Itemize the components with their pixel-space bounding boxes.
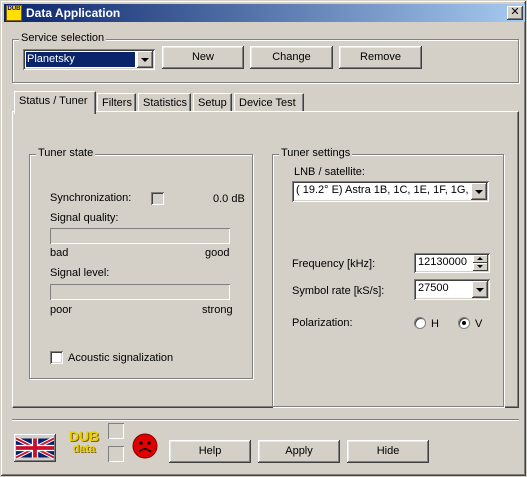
lnb-selected-value: ( 19.2° E) Astra 1B, 1C, 1E, 1F, 1G, 1 [296, 184, 469, 196]
spin-up-icon[interactable] [473, 255, 488, 263]
uk-flag-icon [16, 436, 54, 460]
frequency-label: Frequency [kHz]: [292, 258, 376, 270]
symbol-rate-value: 27500 [418, 282, 449, 294]
indicator-box-top [108, 423, 124, 439]
acoustic-label[interactable]: Acoustic signalization [68, 352, 173, 364]
sad-face-status-icon [132, 433, 158, 459]
polarization-h-radio[interactable] [414, 317, 426, 329]
signal-level-bar [50, 284, 230, 300]
app-window: DUB Data Application ✕ Service selection… [0, 0, 527, 477]
quality-label: Signal quality: [50, 212, 119, 224]
service-selection-title: Service selection [19, 32, 107, 44]
sync-label: Synchronization: [50, 192, 132, 204]
polarization-v-radio[interactable] [458, 317, 470, 329]
window-title: Data Application [26, 6, 121, 20]
tuner-state-title: Tuner state [36, 147, 96, 159]
new-button[interactable]: New [162, 46, 244, 69]
quality-low-label: bad [50, 247, 69, 259]
logo-line1: DUB [68, 428, 100, 444]
lnb-dropdown[interactable]: ( 19.2° E) Astra 1B, 1C, 1E, 1F, 1G, 1 [292, 181, 489, 202]
remove-button[interactable]: Remove [339, 46, 422, 69]
acoustic-checkbox[interactable] [50, 351, 63, 364]
chevron-down-icon[interactable] [471, 183, 487, 200]
symbol-rate-label: Symbol rate [kS/s]: [292, 285, 385, 297]
level-label: Signal level: [50, 267, 110, 279]
tab-statistics[interactable]: Statistics [138, 93, 191, 113]
tab-status-tuner[interactable]: Status / Tuner [14, 91, 96, 114]
frequency-value: 12130000 [418, 256, 467, 268]
tuner-settings-title: Tuner settings [279, 147, 353, 159]
app-logo-icon: DUB [6, 5, 22, 21]
service-selected-value: Planetsky [26, 52, 135, 67]
lnb-label: LNB / satellite: [294, 166, 365, 178]
logo-line2: data [72, 443, 96, 455]
language-flag-button[interactable] [14, 434, 56, 462]
bottom-separator [12, 419, 519, 421]
close-button[interactable]: ✕ [507, 6, 523, 20]
apply-button[interactable]: Apply [258, 440, 340, 463]
signal-quality-bar [50, 228, 230, 244]
tab-filters[interactable]: Filters [97, 93, 136, 113]
dub-data-logo: DUB data [65, 428, 103, 460]
level-low-label: poor [50, 304, 73, 316]
level-high-label: strong [202, 304, 233, 316]
sync-value: 0.0 dB [213, 193, 245, 205]
polarization-v-label[interactable]: V [475, 318, 482, 330]
tab-setup[interactable]: Setup [193, 93, 232, 113]
chevron-down-icon[interactable] [137, 51, 153, 68]
polarization-h-label[interactable]: H [431, 318, 439, 330]
sync-indicator [151, 192, 164, 205]
tab-device-test[interactable]: Device Test [234, 93, 304, 113]
indicator-box-bottom [108, 446, 124, 462]
hide-button[interactable]: Hide [347, 440, 429, 463]
quality-high-label: good [205, 247, 230, 259]
title-bar[interactable]: DUB Data Application ✕ [4, 4, 525, 22]
frequency-input[interactable]: 12130000 [414, 253, 490, 273]
help-button[interactable]: Help [169, 440, 251, 463]
change-button[interactable]: Change [250, 46, 333, 69]
symbol-rate-dropdown[interactable]: 27500 [414, 279, 490, 300]
chevron-down-icon[interactable] [472, 281, 488, 298]
spin-down-icon[interactable] [473, 263, 488, 271]
polarization-label: Polarization: [292, 317, 353, 329]
service-dropdown[interactable]: Planetsky [23, 49, 155, 70]
